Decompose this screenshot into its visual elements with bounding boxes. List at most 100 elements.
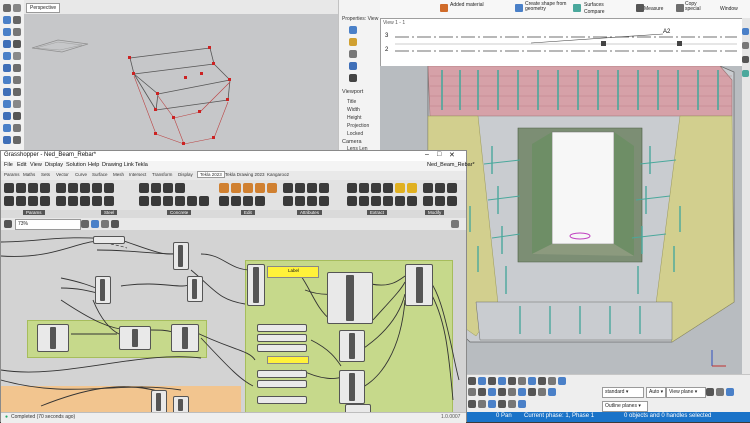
dimension-tool-icon[interactable] [3,124,11,132]
surface-tool-icon[interactable] [3,52,11,60]
mesh-tool-icon[interactable] [3,76,11,84]
added-material-icon[interactable] [440,4,448,12]
mirror-tool-icon[interactable] [13,112,21,120]
gh-maximize-icon[interactable]: □ [437,151,441,158]
create-shape-icon[interactable] [515,4,523,12]
select-icon-1[interactable] [468,388,476,396]
tab-sets[interactable]: Sets [41,172,50,177]
gh-preview-icon[interactable] [91,220,99,228]
gh-zoom-field[interactable]: 73% [15,219,81,230]
extrude-tool-icon[interactable] [13,52,21,60]
gh-settings-icon[interactable] [451,220,459,228]
gh-node-b[interactable] [95,276,111,304]
texture-props-icon[interactable] [349,62,357,70]
gh-open-icon[interactable] [4,220,12,228]
light-props-icon[interactable] [349,50,357,58]
rhino-perspective-viewport[interactable] [24,14,338,150]
select-icon-7[interactable] [528,388,536,396]
snap-override-icon-3[interactable] [488,400,496,408]
tab-transform[interactable]: Transform [152,172,172,177]
selection-filter-select[interactable]: standard ▾ [602,387,644,398]
gh-node-g[interactable] [247,264,265,306]
gh-node-slider-7[interactable] [257,396,307,404]
surfaces-icon[interactable] [573,4,581,12]
tab-surface[interactable]: Surface [92,172,108,177]
tab-tekla-2023[interactable]: Tekla 2023 [197,171,225,178]
snap-icon-6[interactable] [518,377,526,385]
tab-tekla-drawing-2023[interactable]: Tekla Drawing 2023 [225,172,265,177]
category-attributes[interactable]: Attributes [297,210,323,215]
side-properties-icon[interactable] [742,28,749,35]
gh-wire-display-icon[interactable] [111,220,119,228]
snap-plane-select[interactable]: Outline planes ▾ [602,401,648,412]
gh-node-e[interactable] [119,326,151,350]
layer-tool-icon[interactable] [3,136,11,144]
gh-node-c[interactable] [187,276,203,302]
snap-icon-5[interactable] [508,377,516,385]
text-tool-icon[interactable] [13,124,21,132]
snap-icon-2[interactable] [478,377,486,385]
side-apps-icon[interactable] [742,70,749,77]
rectangle-tool-icon[interactable] [3,40,11,48]
sphere-tool-icon[interactable] [13,64,21,72]
gh-zoom-icon[interactable] [81,220,89,228]
select-icon-4[interactable] [498,388,506,396]
gh-node-a[interactable] [173,242,189,270]
select-icon-5[interactable] [508,388,516,396]
tab-params[interactable]: Params [4,172,20,177]
menu-help[interactable]: Help [88,162,99,168]
snap-icon-9[interactable] [548,377,556,385]
scale-tool-icon[interactable] [3,112,11,120]
category-concrete[interactable]: Concrete [167,210,192,215]
category-params[interactable]: Params [23,210,45,215]
tab-display[interactable]: Display [178,172,193,177]
status-phase[interactable]: Current phase: 1, Phase 1 [524,413,594,419]
tab-vector[interactable]: Vector [56,172,69,177]
camera-props-icon[interactable] [349,74,357,82]
snap-override-icon-2[interactable] [478,400,486,408]
boolean-tool-icon[interactable] [13,76,21,84]
snap-override-icon-1[interactable] [468,400,476,408]
bottom-tool-icon-1[interactable] [706,388,714,396]
tab-curve[interactable]: Curve [75,172,87,177]
bottom-tool-icon-3[interactable] [726,388,734,396]
menu-tekla[interactable]: Tekla [135,162,148,168]
window-button[interactable]: Window [720,6,738,12]
gh-canvas[interactable]: Label [1,230,466,412]
gh-node-f[interactable] [171,324,199,352]
move-tool-icon[interactable] [3,100,11,108]
render-tool-icon[interactable] [13,136,21,144]
gh-sketch-icon[interactable] [101,220,109,228]
gh-panel-label[interactable]: Label [267,266,319,278]
select-icon-8[interactable] [538,388,546,396]
polygon-tool-icon[interactable] [13,40,21,48]
category-modify[interactable]: Modify [425,210,445,215]
category-extract[interactable]: Extract [367,210,388,215]
side-catalog-icon[interactable] [742,42,749,49]
gh-node-n[interactable] [173,396,189,412]
gh-node-slider-4[interactable] [257,344,307,352]
surfaces-button[interactable]: Surfaces [584,2,604,8]
select-tool-icon[interactable] [3,4,11,12]
gh-node-d[interactable] [37,324,69,352]
gh-node-l[interactable] [345,404,371,412]
fillet-tool-icon[interactable] [3,88,11,96]
side-views-icon[interactable] [742,56,749,63]
category-steel[interactable]: Steel [101,210,118,215]
gh-node-slider-2[interactable] [257,324,307,332]
menu-file[interactable]: File [4,162,13,168]
category-edit[interactable]: Edit [241,210,255,215]
tab-maths[interactable]: Maths [23,172,35,177]
gh-minimize-icon[interactable]: – [425,151,429,158]
tab-mesh[interactable]: Mesh [113,172,124,177]
compare-button[interactable]: Compare [584,9,605,15]
snap-icon-3[interactable] [488,377,496,385]
measure-icon[interactable] [636,4,644,12]
gh-node-slider-1[interactable] [93,236,125,244]
snap-icon-1[interactable] [468,377,476,385]
snap-override-icon-6[interactable] [518,400,526,408]
gh-panel-small[interactable] [267,356,309,364]
copy-special-button[interactable]: Copy special [685,2,713,12]
menu-edit[interactable]: Edit [17,162,26,168]
point-tool-icon[interactable] [13,4,21,12]
